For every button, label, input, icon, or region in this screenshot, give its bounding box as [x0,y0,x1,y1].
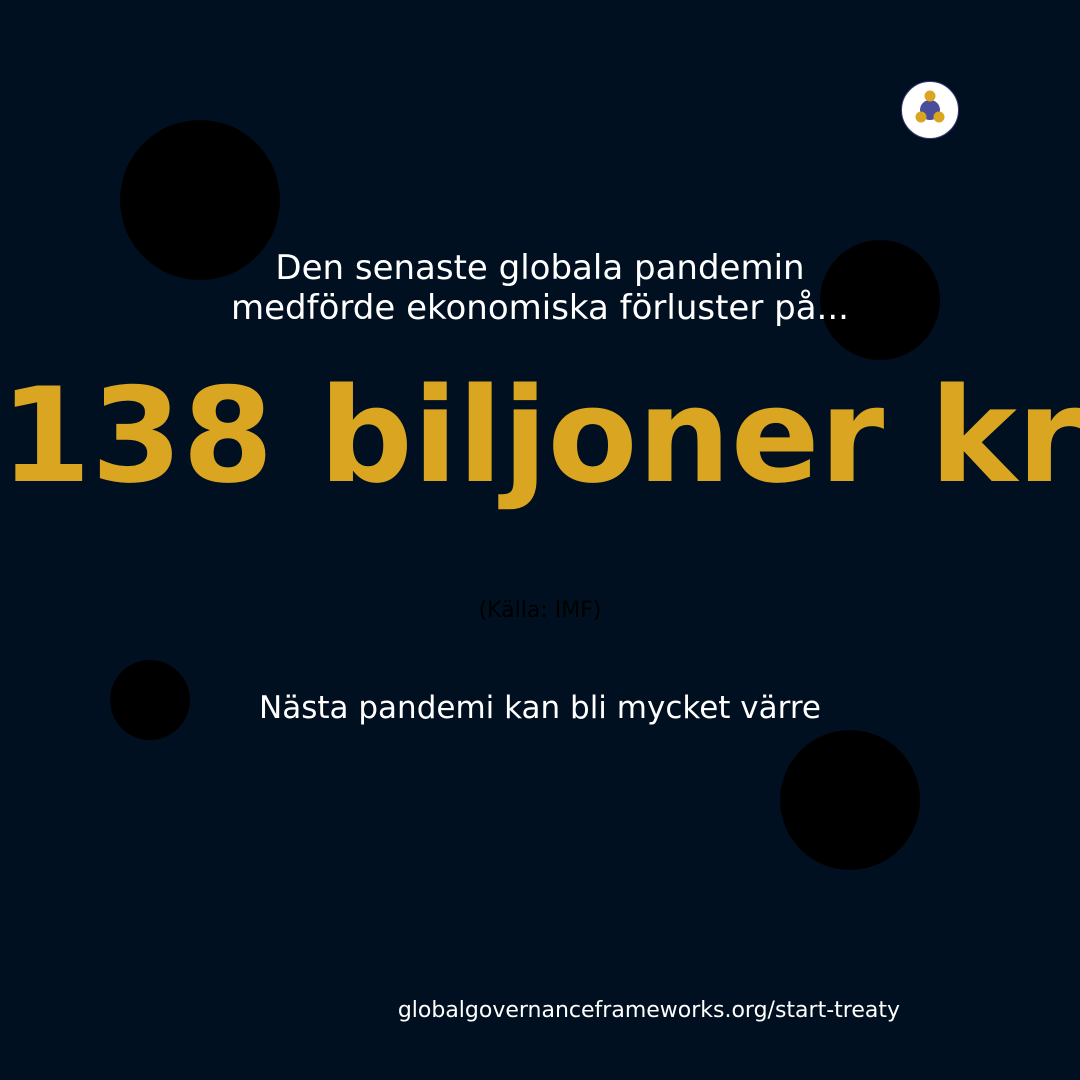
logo-icon [901,81,959,139]
decorative-circle [780,730,920,870]
headline-line-2: medförde ekonomiska förluster på... [231,288,849,328]
subheadline: Nästa pandemi kan bli mycket värre [259,690,821,726]
footer-url: globalgovernanceframeworks.org/start-tre… [397,998,900,1023]
headline: Den senaste globala pandemin medförde ek… [0,248,1080,328]
big-number: 138 biljoner kr [0,359,1080,512]
headline-line-1: Den senaste globala pandemin [275,248,805,288]
source-note: (Källa: IMF) [478,598,602,623]
